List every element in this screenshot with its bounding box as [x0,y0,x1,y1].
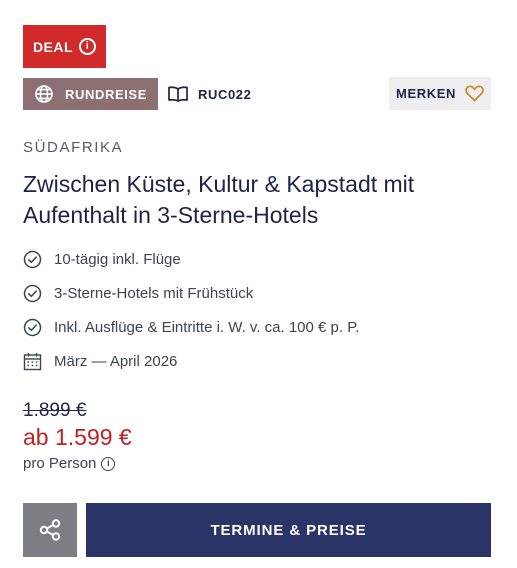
check-circle-icon [23,250,42,268]
feature-text: Inkl. Ausflüge & Eintritte i. W. v. ca. … [54,318,360,336]
share-button[interactable] [23,503,77,557]
tour-type-label: RUNDREISE [65,86,147,102]
check-circle-icon [23,318,42,336]
feature-text: 10-tägig inkl. Flüge [54,250,181,268]
info-icon[interactable]: i [79,38,97,55]
old-price: 1.899 € [23,400,87,421]
heart-icon [465,85,484,102]
tour-code: RUC022 [167,78,251,110]
feature-item-dates: März — April 2026 [23,344,359,378]
feature-text: 3-Sterne-Hotels mit Frühstück [54,284,254,302]
destination-country: SÜDAFRIKA [23,139,124,156]
tour-code-label: RUC022 [198,86,252,102]
offer-title: Zwischen Küste, Kultur & Kapstadt mit Au… [23,171,415,228]
globe-icon [35,85,53,103]
feature-item: 3-Sterne-Hotels mit Frühstück [23,276,359,310]
feature-item: 10-tägig inkl. Flüge [23,242,359,276]
book-icon [168,86,188,102]
travel-dates: März — April 2026 [54,352,178,370]
price-basis: pro Person i [23,455,116,472]
price-basis-label: pro Person [23,455,97,472]
merken-label: MERKEN [396,86,456,101]
share-icon [39,519,61,541]
check-circle-icon [23,284,42,302]
info-icon[interactable]: i [101,456,116,471]
dates-prices-button[interactable]: TERMINE & PREISE [86,503,491,557]
calendar-icon [23,352,42,370]
merken-button[interactable]: MERKEN [389,77,491,110]
tour-type-badge: RUNDREISE [23,78,158,110]
feature-list: 10-tägig inkl. Flüge 3-Sterne-Hotels mit… [23,242,359,378]
deal-badge[interactable]: DEAL i [23,25,106,68]
deal-label: DEAL [32,38,74,55]
feature-item: Inkl. Ausflüge & Eintritte i. W. v. ca. … [23,310,359,344]
current-price: ab 1.599 € [23,424,132,450]
dates-prices-label: TERMINE & PREISE [210,521,367,539]
